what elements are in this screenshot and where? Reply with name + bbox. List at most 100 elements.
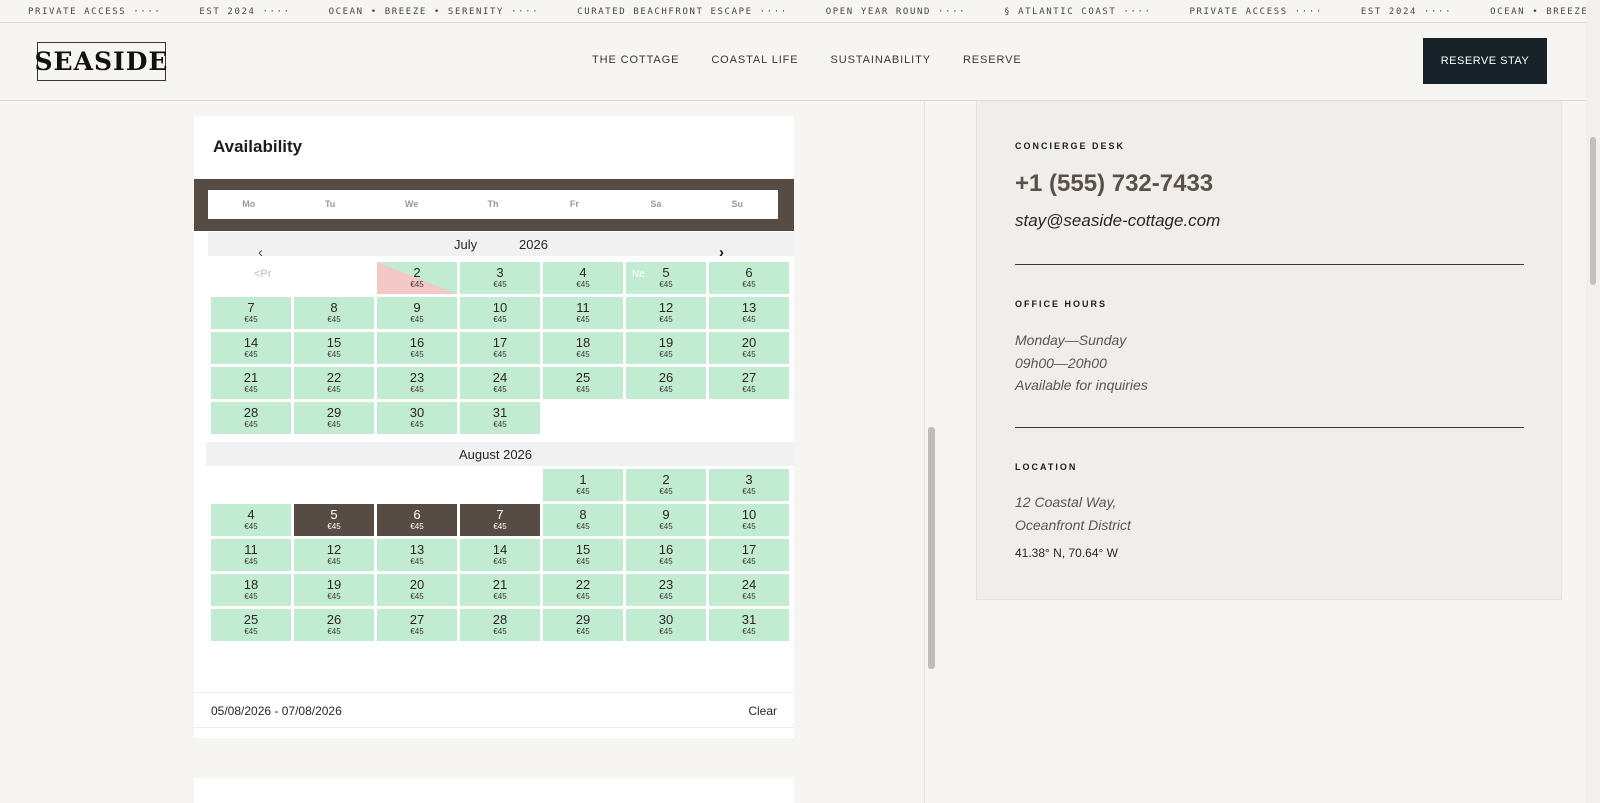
august-day-6[interactable]: 6 €45 — [377, 504, 457, 536]
august-day-17[interactable]: 17 €45 — [709, 539, 789, 571]
august-day-31[interactable]: 31 €45 — [709, 609, 789, 641]
july-day-31[interactable]: 31 €45 — [460, 402, 540, 434]
next-month-label[interactable]: Ne — [632, 269, 645, 280]
august-day-14[interactable]: 14 €45 — [460, 539, 540, 571]
day-number: 29 — [575, 612, 591, 627]
left-column-scrollbar[interactable] — [928, 427, 935, 669]
july-day-16[interactable]: 16 €45 — [377, 332, 457, 364]
ticker-item: EST 2024 ···· — [1360, 7, 1453, 17]
day-price: €45 — [327, 627, 341, 636]
nav-coastal-life[interactable]: COASTAL LIFE — [711, 54, 798, 66]
day-price: €45 — [244, 315, 258, 324]
day-price: €45 — [659, 280, 673, 289]
july-day-15[interactable]: 15 €45 — [294, 332, 374, 364]
july-day-12[interactable]: 12 €45 — [626, 297, 706, 329]
august-day-24[interactable]: 24 €45 — [709, 574, 789, 606]
july-day-21[interactable]: 21 €45 — [211, 367, 291, 399]
august-day-28[interactable]: 28 €45 — [460, 609, 540, 641]
august-day-3[interactable]: 3 €45 — [709, 469, 789, 501]
august-day-29[interactable]: 29 €45 — [543, 609, 623, 641]
july-day-9[interactable]: 9 €45 — [377, 297, 457, 329]
july-day-24[interactable]: 24 €45 — [460, 367, 540, 399]
july-day-25[interactable]: 25 €45 — [543, 367, 623, 399]
july-day-29[interactable]: 29 €45 — [294, 402, 374, 434]
day-number: 13 — [409, 542, 425, 557]
august-day-22[interactable]: 22 €45 — [543, 574, 623, 606]
august-day-12[interactable]: 12 €45 — [294, 539, 374, 571]
august-day-19[interactable]: 19 €45 — [294, 574, 374, 606]
day-price: €45 — [576, 280, 590, 289]
july-day-20[interactable]: 20 €45 — [709, 332, 789, 364]
july-day-27[interactable]: 27 €45 — [709, 367, 789, 399]
page-scrollbar[interactable] — [1586, 0, 1600, 803]
july-day-19[interactable]: 19 €45 — [626, 332, 706, 364]
email-link[interactable]: stay@seaside-cottage.com — [1015, 211, 1220, 231]
august-day-8[interactable]: 8 €45 — [543, 504, 623, 536]
august-day-15[interactable]: 15 €45 — [543, 539, 623, 571]
august-day-27[interactable]: 27 €45 — [377, 609, 457, 641]
july-day-30[interactable]: 30 €45 — [377, 402, 457, 434]
august-day-21[interactable]: 21 €45 — [460, 574, 540, 606]
ticker-item: OCEAN • BREEZE • SERENITY ···· — [328, 7, 540, 17]
august-day-20[interactable]: 20 €45 — [377, 574, 457, 606]
day-number: 28 — [492, 612, 508, 627]
july-day-5[interactable]: 5 €45 Ne — [626, 262, 706, 294]
august-day-1[interactable]: 1 €45 — [543, 469, 623, 501]
day-price: €45 — [742, 280, 756, 289]
august-day-9[interactable]: 9 €45 — [626, 504, 706, 536]
next-month-icon[interactable]: › — [719, 245, 724, 261]
page-scrollbar-thumb[interactable] — [1590, 137, 1596, 285]
july-day-13[interactable]: 13 €45 — [709, 297, 789, 329]
august-day-30[interactable]: 30 €45 — [626, 609, 706, 641]
nav-sustainability[interactable]: SUSTAINABILITY — [831, 54, 931, 66]
july-day-10[interactable]: 10 €45 — [460, 297, 540, 329]
august-day-23[interactable]: 23 €45 — [626, 574, 706, 606]
prev-month-icon[interactable]: ‹ — [258, 245, 263, 261]
july-day-6[interactable]: 6 €45 — [709, 262, 789, 294]
august-day-26[interactable]: 26 €45 — [294, 609, 374, 641]
july-day-17[interactable]: 17 €45 — [460, 332, 540, 364]
prev-month-label[interactable]: <Pr — [254, 268, 271, 280]
august-day-5[interactable]: 5 €45 — [294, 504, 374, 536]
nav-the-cottage[interactable]: THE COTTAGE — [592, 54, 679, 66]
august-day-11[interactable]: 11 €45 — [211, 539, 291, 571]
july-day-2[interactable]: 2 €45 — [377, 262, 457, 294]
july-day-23[interactable]: 23 €45 — [377, 367, 457, 399]
day-price: €45 — [742, 522, 756, 531]
logo[interactable]: SEASIDE — [35, 42, 168, 81]
day-price: €45 — [659, 350, 673, 359]
july-day-7[interactable]: 7 €45 — [211, 297, 291, 329]
july-day-8[interactable]: 8 €45 — [294, 297, 374, 329]
july-day-4[interactable]: 4 €45 — [543, 262, 623, 294]
august-day-4[interactable]: 4 €45 — [211, 504, 291, 536]
day-price: €45 — [493, 522, 507, 531]
day-price: €45 — [327, 385, 341, 394]
weekday-row: Mo Tu We Th Fr Sa Su — [208, 190, 778, 219]
phone-number[interactable]: +1 (555) 732-7433 — [1015, 170, 1213, 198]
day-price: €45 — [327, 557, 341, 566]
clear-button[interactable]: Clear — [748, 704, 777, 718]
august-day-18[interactable]: 18 €45 — [211, 574, 291, 606]
august-day-25[interactable]: 25 €45 — [211, 609, 291, 641]
july-day-18[interactable]: 18 €45 — [543, 332, 623, 364]
nav-reserve[interactable]: RESERVE — [963, 54, 1022, 66]
july-day-26[interactable]: 26 €45 — [626, 367, 706, 399]
day-price: €45 — [576, 315, 590, 324]
july-day-28[interactable]: 28 €45 — [211, 402, 291, 434]
august-day-2[interactable]: 2 €45 — [626, 469, 706, 501]
august-day-13[interactable]: 13 €45 — [377, 539, 457, 571]
weekday-su: Su — [731, 199, 743, 209]
day-number: 14 — [243, 335, 259, 350]
august-day-7[interactable]: 7 €45 — [460, 504, 540, 536]
ticker-track: PRIVATE ACCESS ···· EST 2024 ···· OCEAN • … — [0, 7, 1586, 17]
month-bar-august: August 2026 — [206, 442, 794, 466]
ticker-item: PRIVATE ACCESS ···· — [28, 7, 162, 17]
august-day-16[interactable]: 16 €45 — [626, 539, 706, 571]
july-day-11[interactable]: 11 €45 — [543, 297, 623, 329]
reserve-stay-button[interactable]: RESERVE STAY — [1423, 38, 1547, 84]
august-day-10[interactable]: 10 €45 — [709, 504, 789, 536]
july-day-3[interactable]: 3 €45 — [460, 262, 540, 294]
day-price: €45 — [493, 420, 507, 429]
july-day-22[interactable]: 22 €45 — [294, 367, 374, 399]
july-day-14[interactable]: 14 €45 — [211, 332, 291, 364]
